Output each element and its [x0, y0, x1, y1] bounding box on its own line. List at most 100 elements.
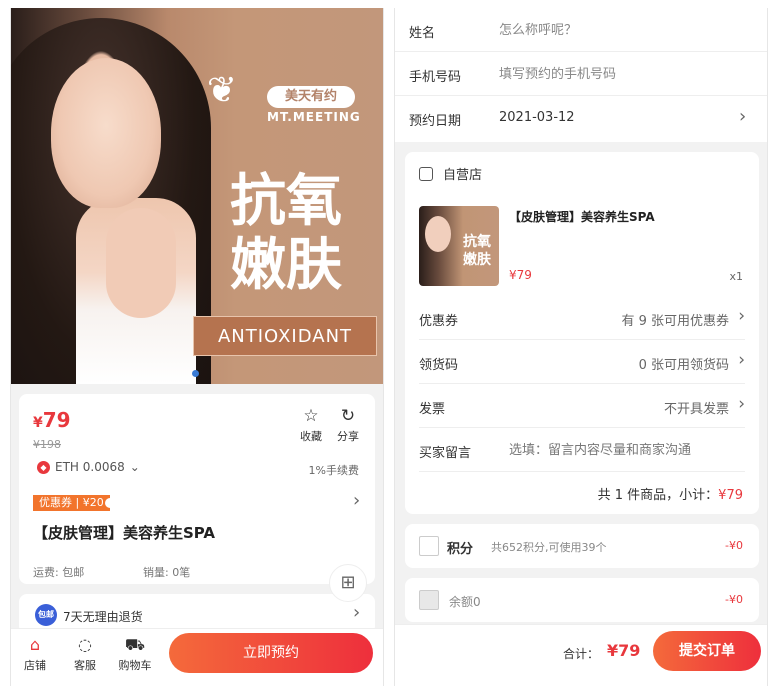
name-input[interactable]	[499, 18, 749, 42]
subtotal-text: 共 1 件商品，小计：	[597, 488, 719, 503]
order-product-price: ¥79	[509, 268, 532, 282]
submit-bar: 合计： ¥79 提交订单	[395, 624, 767, 686]
date-label: 预约日期	[409, 114, 462, 129]
product-info-card: ¥79 ¥198 ◆ ETH 0.0068 ⌄ 1%手续费 ☆ 收藏 ↻ 分享 …	[19, 394, 375, 584]
thumb-face	[425, 216, 451, 252]
eth-label: ETH 0.0068	[55, 460, 125, 474]
share-button[interactable]: ↻ 分享	[333, 406, 363, 444]
points-checkbox[interactable]	[419, 536, 439, 556]
share-label: 分享	[337, 430, 359, 443]
customer-service-button[interactable]: ◌ 客服	[65, 635, 105, 673]
product-banner[interactable]: ❦ 美天有约 MT.MEETING 抗氧 嫩肤 ANTIOXIDANT	[11, 8, 383, 384]
logo-brand-text: 美天有约	[267, 86, 355, 108]
subtotal-value: ¥79	[718, 488, 743, 503]
balance-label: 余额0	[449, 595, 481, 609]
product-price: ¥79	[33, 408, 71, 432]
service-label: 客服	[74, 659, 96, 672]
grid-menu-button[interactable]: ⊞	[329, 564, 367, 602]
points-desc: 共652积分,可使用39个	[491, 541, 607, 554]
banner-headline-2: 嫩肤	[230, 233, 342, 298]
chevron-right-icon: ›	[739, 106, 747, 127]
share-icon: ↻	[340, 406, 356, 426]
points-row: 积分 共652积分,可使用39个 -¥0	[405, 524, 759, 568]
product-thumbnail[interactable]: 抗氧 嫩肤	[419, 206, 499, 286]
phone-row: 手机号码	[395, 52, 767, 96]
eth-icon: ◆	[37, 460, 50, 474]
coupon-row-label: 优惠券	[419, 314, 459, 329]
banner-headline-1: 抗氧	[230, 169, 342, 234]
pickup-code-value: 0 张可用领货码	[638, 358, 729, 373]
eth-price[interactable]: ◆ ETH 0.0068 ⌄	[37, 460, 140, 474]
chat-icon: ◌	[78, 635, 92, 654]
coupon-row[interactable]: 优惠券 有 9 张可用优惠券 ›	[419, 296, 745, 340]
price-amount: 79	[42, 408, 71, 432]
carousel-indicator[interactable]	[192, 370, 199, 377]
cart-label: 购物车	[118, 659, 152, 672]
invoice-value: 不开具发票	[663, 402, 729, 417]
balance-row: 余额0 -¥0	[405, 578, 759, 622]
price-symbol: ¥	[33, 415, 43, 431]
order-confirm-screen: 姓名 手机号码 预约日期 2021-03-12 › 自营店 抗氧 嫩肤	[394, 8, 768, 686]
balance-checkbox[interactable]	[419, 590, 439, 610]
grid-icon: ⊞	[340, 572, 356, 593]
phone-label: 手机号码	[409, 70, 462, 85]
return-policy-text: 7天无理由退货	[63, 610, 143, 624]
submit-order-button[interactable]: 提交订单	[653, 631, 761, 671]
total-value: ¥79	[607, 641, 641, 660]
brand-logo: ❦ 美天有约 MT.MEETING	[191, 64, 361, 130]
points-value: -¥0	[725, 539, 743, 552]
reserve-now-button[interactable]: 立即预约	[169, 633, 373, 673]
shop-label: 店铺	[24, 659, 46, 672]
chevron-right-icon: ›	[353, 602, 361, 623]
points-label: 积分	[447, 542, 474, 557]
date-row[interactable]: 预约日期 2021-03-12 ›	[395, 96, 767, 140]
coupon-row-value: 有 9 张可用优惠券	[621, 314, 729, 329]
chevron-right-icon: ›	[738, 350, 745, 370]
order-product-qty: x1	[729, 270, 743, 283]
banner-tagline: ANTIOXIDANT	[193, 316, 377, 356]
logo-sub-text: MT.MEETING	[267, 110, 361, 124]
name-label: 姓名	[409, 26, 436, 41]
message-label: 买家留言	[419, 446, 472, 461]
date-value: 2021-03-12	[499, 110, 575, 125]
shop-button[interactable]: ⌂ 店铺	[15, 635, 55, 673]
shipping-info: 运费: 包邮	[33, 566, 85, 579]
order-card: 自营店 抗氧 嫩肤 【皮肤管理】美容养生SPA ¥79 x1 优惠券 有 9 张…	[405, 152, 759, 514]
shop-header: 自营店	[419, 164, 482, 183]
chevron-down-icon: ⌄	[129, 460, 140, 474]
phone-input[interactable]	[499, 62, 749, 86]
chevron-right-icon: ›	[738, 394, 745, 414]
fee-label: 1%手续费	[308, 464, 359, 477]
message-input[interactable]	[509, 438, 739, 462]
thumb-text-2: 嫩肤	[463, 252, 491, 268]
product-detail-screen: ❦ 美天有约 MT.MEETING 抗氧 嫩肤 ANTIOXIDANT ¥79 …	[10, 8, 384, 686]
sales-info: 销量: 0笔	[143, 566, 191, 579]
app-root: ❦ 美天有约 MT.MEETING 抗氧 嫩肤 ANTIOXIDANT ¥79 …	[0, 0, 778, 686]
pickup-code-row[interactable]: 领货码 0 张可用领货码 ›	[419, 340, 745, 384]
logo-emblem-icon: ❦	[206, 70, 238, 111]
star-icon: ☆	[303, 406, 319, 426]
shop-name: 自营店	[443, 168, 483, 183]
favorite-label: 收藏	[300, 430, 322, 443]
favorite-button[interactable]: ☆ 收藏	[297, 406, 325, 444]
product-title: 【皮肤管理】美容养生SPA	[33, 524, 216, 542]
coupon-chevron-right-icon[interactable]: ›	[353, 490, 360, 511]
invoice-label: 发票	[419, 402, 446, 417]
cart-button[interactable]: ⛟ 购物车	[113, 635, 157, 673]
invoice-row[interactable]: 发票 不开具发票 ›	[419, 384, 745, 428]
thumb-text-1: 抗氧	[463, 234, 491, 250]
model-face	[51, 58, 161, 208]
coupon-badge[interactable]: 优惠券 | ¥20	[33, 495, 115, 511]
total-label: 合计：	[563, 647, 600, 661]
model-hand	[106, 208, 176, 318]
order-subtotal: 共 1 件商品，小计：¥79	[598, 484, 743, 503]
shop-icon	[419, 166, 433, 181]
order-product-title: 【皮肤管理】美容养生SPA	[509, 210, 655, 224]
product-action-bar: ⌂ 店铺 ◌ 客服 ⛟ 购物车 立即预约	[11, 628, 383, 686]
booking-form: 姓名 手机号码 预约日期 2021-03-12 ›	[395, 8, 767, 142]
original-price: ¥198	[33, 438, 61, 451]
chevron-right-icon: ›	[738, 306, 745, 326]
balance-value: -¥0	[725, 593, 743, 606]
cart-icon: ⛟	[124, 635, 146, 654]
store-icon: ⌂	[29, 635, 41, 654]
